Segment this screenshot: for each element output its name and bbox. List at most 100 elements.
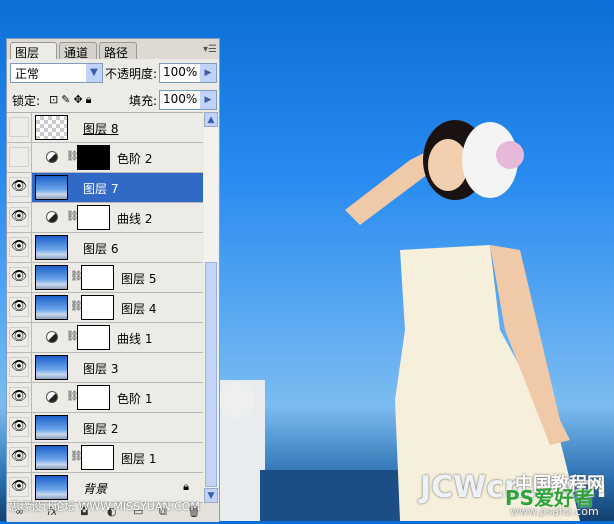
layer-row[interactable]: 👁︎ ⛓︎ 曲线 1 <box>7 323 203 353</box>
fill-arrow-icon[interactable]: ▶ <box>200 91 216 109</box>
eye-icon: 👁︎ <box>10 239 28 254</box>
mask-thumbnail[interactable] <box>81 445 114 470</box>
lock-label: 锁定: <box>12 94 41 108</box>
layer-thumbnail <box>35 235 68 260</box>
layer-thumbnail <box>35 175 68 200</box>
chevron-down-icon: ▼ <box>86 64 102 82</box>
panel-menu-icon[interactable]: ▾☰ <box>203 44 217 55</box>
layer-row[interactable]: 👁︎ ⛓︎ 图层 1 <box>7 443 203 473</box>
layer-thumbnail <box>35 355 68 380</box>
layer-thumbnail <box>35 475 68 500</box>
mask-thumbnail[interactable] <box>77 145 110 170</box>
layer-main[interactable]: ⛓︎ 色阶 1 <box>31 383 203 412</box>
visibility-toggle[interactable]: 👁︎ <box>9 417 29 437</box>
layer-row[interactable]: 👁︎ 图层 3 <box>7 353 203 383</box>
mask-thumbnail[interactable] <box>81 295 114 320</box>
layer-name[interactable]: 图层 1 <box>121 450 156 467</box>
layer-name[interactable]: 曲线 1 <box>117 330 152 347</box>
layer-thumbnail <box>35 115 68 140</box>
scroll-up-icon[interactable]: ▲ <box>204 112 218 127</box>
face <box>428 139 468 191</box>
opacity-arrow-icon[interactable]: ▶ <box>200 64 216 82</box>
layer-thumbnail <box>35 295 68 320</box>
layer-row[interactable]: 👁︎ ⛓︎ 色阶 1 <box>7 383 203 413</box>
mask-thumbnail[interactable] <box>77 205 110 230</box>
adjustment-icon <box>46 331 58 343</box>
fill-label: 填充: <box>129 94 158 108</box>
mask-thumbnail[interactable] <box>77 385 110 410</box>
layer-main[interactable]: 图层 7 <box>31 173 203 202</box>
layer-name[interactable]: 图层 7 <box>83 180 118 197</box>
layer-name[interactable]: 色阶 1 <box>117 390 152 407</box>
tab-layers[interactable]: 图层 × <box>10 42 57 75</box>
visibility-toggle[interactable]: 👁︎ <box>9 177 29 197</box>
layer-row[interactable]: 👁︎ ⛓︎ 图层 4 <box>7 293 203 323</box>
layer-main[interactable]: ⛓︎ 曲线 2 <box>31 203 203 232</box>
layer-main[interactable]: ⛓︎ 图层 5 <box>31 263 203 292</box>
visibility-toggle[interactable]: 👁︎ <box>9 207 29 227</box>
mask-thumbnail[interactable] <box>81 265 114 290</box>
visibility-toggle[interactable]: 👁︎ <box>9 357 29 377</box>
visibility-toggle[interactable]: 👁︎ <box>9 237 29 257</box>
layer-name[interactable]: 背景 <box>83 480 107 497</box>
layers-panel: 图层 × 通道 路径 ▾☰ 正常▼ 不透明度: 100%▶ 锁定: ⊡✎✥🔒︎ … <box>6 38 220 522</box>
watermark-psahz-url: www.psahz.com <box>510 505 599 518</box>
layer-thumbnail <box>35 265 68 290</box>
lock-transparency-icon[interactable]: ⊡ <box>49 93 58 106</box>
fill-input[interactable]: 100% ▶ <box>159 90 217 110</box>
visibility-toggle[interactable]: 👁︎ <box>9 447 29 467</box>
layer-name[interactable]: 色阶 2 <box>117 150 152 167</box>
eye-icon: 👁︎ <box>10 179 28 194</box>
layer-row[interactable]: 👁︎ ⛓︎ 曲线 2 <box>7 203 203 233</box>
eye-icon: 👁︎ <box>10 479 28 494</box>
visibility-toggle[interactable]: 👁︎ <box>9 327 29 347</box>
visibility-toggle[interactable]: 👁︎ <box>9 387 29 407</box>
layer-row[interactable]: 图层 8 <box>7 113 203 143</box>
layer-main[interactable]: ⛓︎ 色阶 2 <box>31 143 203 172</box>
scroll-down-icon[interactable]: ▼ <box>204 488 218 503</box>
visibility-toggle[interactable] <box>9 147 29 167</box>
panel-tabs: 图层 × 通道 路径 ▾☰ <box>7 39 219 75</box>
tab-label: 图层 <box>15 46 40 60</box>
layer-name[interactable]: 图层 5 <box>121 270 156 287</box>
layer-name[interactable]: 图层 3 <box>83 360 118 377</box>
layer-row[interactable]: 👁︎ ⛓︎ 图层 5 <box>7 263 203 293</box>
opacity-label: 不透明度: <box>105 67 158 81</box>
mask-thumbnail[interactable] <box>77 325 110 350</box>
watermark-missyuan: 思缘设计论坛 WWW.MISSYUAN.COM <box>9 500 200 513</box>
layer-main[interactable]: 图层 8 <box>31 113 203 142</box>
visibility-toggle[interactable] <box>9 117 29 137</box>
visibility-toggle[interactable]: 👁︎ <box>9 477 29 497</box>
lock-all-icon[interactable]: 🔒︎ <box>86 93 92 107</box>
visibility-toggle[interactable]: 👁︎ <box>9 267 29 287</box>
layer-scrollbar[interactable]: ▲ ▼ <box>204 112 218 503</box>
layer-main[interactable]: ⛓︎ 图层 4 <box>31 293 203 322</box>
layer-name[interactable]: 图层 4 <box>121 300 156 317</box>
layer-name[interactable]: 曲线 2 <box>117 210 152 227</box>
lock-paint-icon[interactable]: ✎ <box>61 93 70 106</box>
layer-main[interactable]: 图层 2 <box>31 413 203 442</box>
blend-mode-select[interactable]: 正常 ▼ <box>10 63 103 83</box>
lock-move-icon[interactable]: ✥ <box>73 93 82 106</box>
adjustment-icon <box>46 391 58 403</box>
layer-row[interactable]: 👁︎ 图层 2 <box>7 413 203 443</box>
layer-name[interactable]: 图层 6 <box>83 240 118 257</box>
visibility-toggle[interactable]: 👁︎ <box>9 297 29 317</box>
eye-icon: 👁︎ <box>10 449 28 464</box>
layer-name[interactable]: 图层 2 <box>83 420 118 437</box>
tab-channels[interactable]: 通道 <box>59 42 97 60</box>
eye-icon: 👁︎ <box>10 299 28 314</box>
layer-main[interactable]: 图层 6 <box>31 233 203 262</box>
layer-main[interactable]: 图层 3 <box>31 353 203 382</box>
layer-row[interactable]: 👁︎ 图层 6 <box>7 233 203 263</box>
layer-name[interactable]: 图层 8 <box>83 120 118 137</box>
scroll-thumb[interactable] <box>205 262 217 487</box>
tab-paths[interactable]: 路径 <box>99 42 137 60</box>
layer-row[interactable]: ⛓︎ 色阶 2 <box>7 143 203 173</box>
blend-mode-value: 正常 <box>15 67 40 81</box>
layer-main[interactable]: ⛓︎ 曲线 1 <box>31 323 203 352</box>
opacity-input[interactable]: 100% ▶ <box>159 63 217 83</box>
opacity-value: 100% <box>163 65 198 79</box>
layer-main[interactable]: ⛓︎ 图层 1 <box>31 443 203 472</box>
layer-row[interactable]: 👁︎ 图层 7 <box>7 173 203 203</box>
